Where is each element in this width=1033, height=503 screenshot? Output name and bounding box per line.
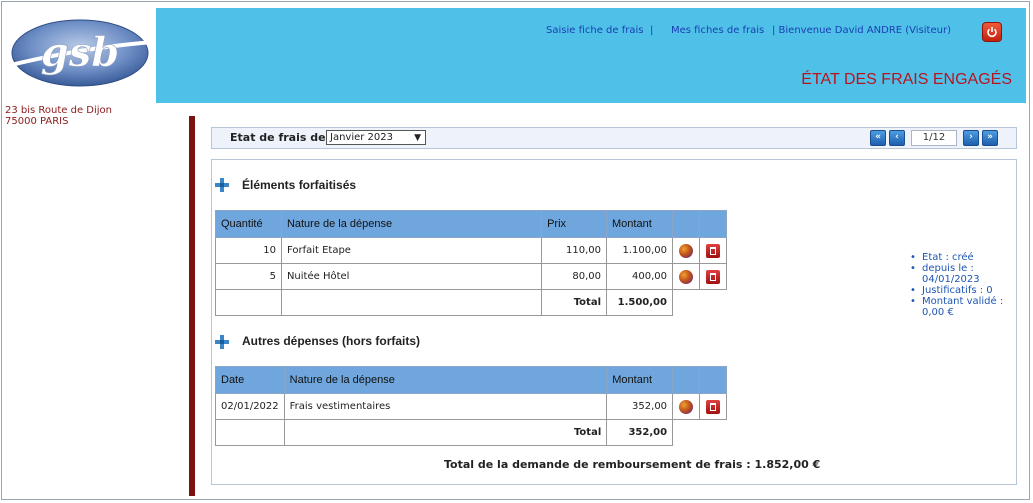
logout-button[interactable] — [982, 22, 1002, 42]
status-montant-value: 0,00 € — [922, 307, 954, 318]
hors-forfait-section-title: Autres dépenses (hors forfaits) — [242, 334, 421, 348]
col-montant: Montant — [606, 366, 674, 394]
cell-date: 02/01/2022 — [215, 393, 285, 420]
edit-icon[interactable] — [678, 243, 693, 258]
col-montant: Montant — [606, 210, 673, 238]
gsb-logo: gsb — [5, 8, 155, 103]
period-selected-value: Janvier 2023 — [330, 132, 394, 143]
cell-montant: 352,00 — [606, 393, 674, 420]
page-number-input[interactable]: 1/12 — [911, 130, 957, 146]
hors-forfait-header-row: Date Nature de la dépense Montant — [215, 366, 727, 394]
forfait-table: Quantité Nature de la dépense Prix Monta… — [215, 210, 728, 316]
grand-total: Total de la demande de remboursement de … — [444, 458, 821, 471]
status-depuis-label: depuis le : — [922, 263, 974, 274]
delete-icon[interactable] — [706, 399, 720, 414]
empty-cell — [280, 289, 543, 316]
cell-montant: 1.100,00 — [606, 237, 673, 264]
empty-cell — [215, 289, 282, 316]
top-header: Saisie fiche de frais | Mes fiches de fr… — [156, 8, 1026, 103]
table-row: 10 Forfait Etape 110,00 1.100,00 — [215, 237, 728, 264]
chevron-down-icon: ▼ — [414, 133, 421, 143]
next-page-icon[interactable]: › — [963, 130, 979, 146]
cell-montant: 400,00 — [606, 263, 673, 290]
period-bar: Etat de frais de Janvier 2023 ▼ « ‹ 1/12… — [211, 127, 1017, 149]
address-line-2: 75000 PARIS — [5, 116, 69, 127]
power-icon — [987, 27, 997, 38]
hors-forfait-table: Date Nature de la dépense Montant 02/01/… — [215, 366, 727, 446]
col-delete — [699, 366, 727, 394]
cell-nature: Frais vestimentaires — [283, 393, 608, 420]
status-etat: Etat : créé — [910, 252, 1003, 263]
period-label: Etat de frais de — [230, 131, 326, 144]
cell-prix: 80,00 — [541, 263, 608, 290]
col-edit — [672, 366, 701, 394]
nav-mes-fiches[interactable]: Mes fiches de frais — [671, 25, 764, 36]
status-list: Etat : créé depuis le : 04/01/2023 Justi… — [910, 252, 1003, 318]
total-value: 1.500,00 — [606, 289, 673, 316]
empty-cell — [215, 419, 285, 446]
status-montant: Montant validé : 0,00 € — [910, 296, 1003, 318]
table-row: 5 Nuitée Hôtel 80,00 400,00 — [215, 263, 728, 290]
cell-quantite: 10 — [215, 237, 282, 264]
cell-nature: Nuitée Hôtel — [280, 263, 543, 290]
period-select[interactable]: Janvier 2023 ▼ — [326, 130, 426, 145]
previous-page-icon[interactable]: ‹ — [889, 130, 905, 146]
col-quantite: Quantité — [215, 210, 282, 238]
status-justificatifs: Justificatifs : 0 — [910, 285, 1003, 296]
plus-icon — [215, 178, 229, 192]
delete-cell — [698, 263, 728, 290]
first-page-icon[interactable]: « — [870, 130, 886, 146]
nav-separator: | — [650, 25, 654, 36]
delete-cell — [699, 393, 727, 420]
address-line-1: 23 bis Route de Dijon — [5, 105, 113, 116]
status-montant-label: Montant validé : — [922, 296, 1004, 307]
total-value: 352,00 — [606, 419, 674, 446]
page-title: ÉTAT DES FRAIS ENGAGÉS — [801, 71, 1012, 88]
edit-cell — [671, 263, 700, 290]
col-date: Date — [215, 366, 285, 394]
pager: « ‹ 1/12 › » — [870, 130, 998, 146]
last-page-icon[interactable]: » — [982, 130, 998, 146]
edit-cell — [671, 237, 700, 264]
delete-icon[interactable] — [705, 269, 720, 284]
edit-cell — [672, 393, 701, 420]
plus-icon — [215, 335, 229, 349]
cell-nature: Forfait Etape — [280, 237, 543, 264]
nav-saisie-fiche[interactable]: Saisie fiche de frais — [546, 25, 643, 36]
company-address: 23 bis Route de Dijon 75000 PARIS — [5, 105, 112, 127]
total-label: Total — [283, 419, 608, 446]
status-depuis-date: 04/01/2023 — [922, 274, 980, 285]
sidebar-accent-bar — [189, 116, 195, 496]
col-nature: Nature de la dépense — [283, 366, 608, 394]
welcome-user: | Bienvenue David ANDRE (Visiteur) — [772, 25, 951, 36]
edit-icon[interactable] — [679, 399, 694, 414]
delete-cell — [698, 237, 728, 264]
total-row: Total 1.500,00 — [215, 289, 727, 316]
status-depuis: depuis le : 04/01/2023 — [910, 263, 1003, 285]
col-edit — [671, 210, 700, 238]
table-row: 02/01/2022 Frais vestimentaires 352,00 — [215, 393, 727, 420]
cell-quantite: 5 — [215, 263, 282, 290]
total-label: Total — [541, 289, 608, 316]
delete-icon[interactable] — [705, 243, 720, 258]
col-nature: Nature de la dépense — [280, 210, 543, 238]
edit-icon[interactable] — [678, 269, 693, 284]
cell-prix: 110,00 — [541, 237, 608, 264]
total-row: Total 352,00 — [215, 419, 727, 446]
col-prix: Prix — [541, 210, 608, 238]
forfait-section-title: Éléments forfaitisés — [242, 178, 357, 192]
svg-text:gsb: gsb — [41, 29, 119, 76]
forfait-header-row: Quantité Nature de la dépense Prix Monta… — [215, 210, 728, 238]
col-delete — [698, 210, 728, 238]
